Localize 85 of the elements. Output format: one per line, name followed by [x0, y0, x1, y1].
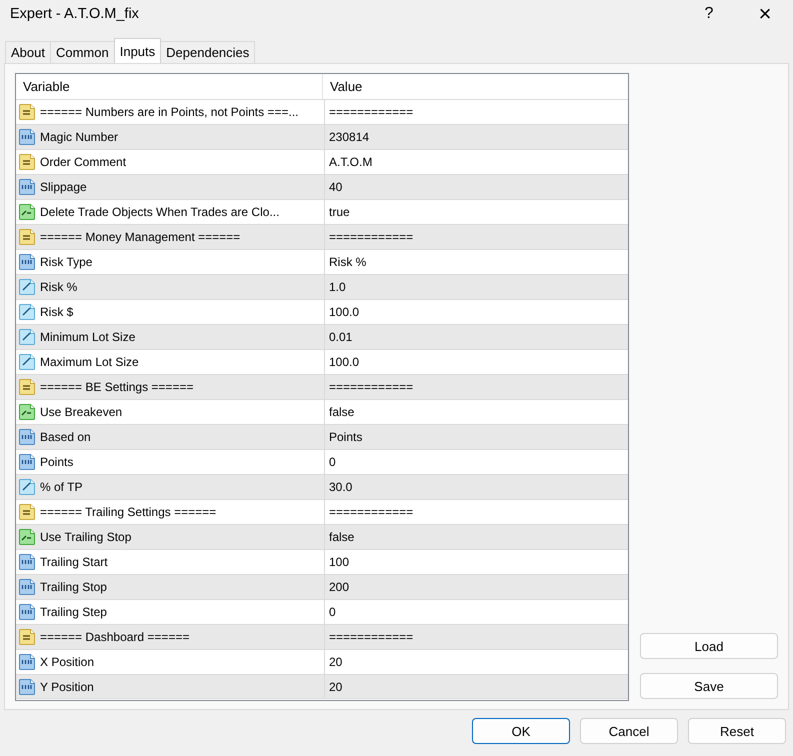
side-button[interactable]: Load [640, 633, 778, 659]
string-type-icon [18, 153, 36, 171]
variable-name: ====== Trailing Settings ====== [40, 505, 216, 519]
variable-value[interactable]: 0 [329, 605, 336, 619]
variable-name: Based on [40, 430, 91, 444]
variable-value[interactable]: 100 [329, 555, 350, 569]
bool-type-icon [18, 203, 36, 221]
bool-type-icon [18, 528, 36, 546]
variable-name: Y Position [40, 680, 94, 694]
variable-name: Magic Number [40, 130, 118, 144]
column-header: Variable [22, 79, 70, 94]
variable-name: Minimum Lot Size [40, 330, 136, 344]
dialog-button[interactable]: Reset [688, 718, 786, 744]
int-type-icon [18, 578, 36, 596]
variable-name: Delete Trade Objects When Trades are Clo... [40, 205, 280, 219]
variable-name: Use Trailing Stop [40, 530, 132, 544]
string-type-icon [18, 103, 36, 121]
variable-name: Risk $ [40, 305, 74, 319]
variable-value[interactable]: true [329, 205, 350, 219]
variable-value[interactable]: 20 [329, 680, 342, 694]
variable-value[interactable]: 40 [329, 180, 342, 194]
variable-value[interactable]: 200 [329, 580, 350, 594]
int-type-icon [18, 678, 36, 696]
variable-name: Points [40, 455, 74, 469]
variable-value[interactable]: A.T.O.M [329, 155, 372, 169]
variable-name: X Position [40, 655, 94, 669]
variable-value[interactable]: 20 [329, 655, 342, 669]
int-type-icon [18, 128, 36, 146]
variable-name: ====== Numbers are in Points, not Points ===... [40, 105, 298, 119]
int-type-icon [18, 428, 36, 446]
int-type-icon [18, 453, 36, 471]
double-type-icon [18, 478, 36, 496]
side-button[interactable]: Save [640, 673, 778, 699]
variable-name: Slippage [40, 180, 87, 194]
variable-value[interactable]: 0 [329, 455, 336, 469]
int-type-icon [18, 178, 36, 196]
variable-value[interactable]: ============ [329, 105, 414, 119]
bool-type-icon [18, 403, 36, 421]
int-type-icon [18, 653, 36, 671]
column-header: Value [329, 79, 362, 94]
int-type-icon [18, 603, 36, 621]
variable-name: Trailing Stop [40, 580, 107, 594]
tab[interactable]: About [5, 41, 51, 63]
double-type-icon [18, 303, 36, 321]
dialog-button[interactable]: Cancel [580, 718, 678, 744]
variable-value[interactable]: ============ [329, 630, 414, 644]
variable-name: Maximum Lot Size [40, 355, 139, 369]
variable-name: Trailing Start [40, 555, 108, 569]
tab[interactable]: Dependencies [160, 41, 256, 63]
variable-value[interactable]: 230814 [329, 130, 370, 144]
variable-value[interactable]: 100.0 [329, 305, 360, 319]
variable-name: ====== BE Settings ====== [40, 380, 194, 394]
variable-value[interactable]: ============ [329, 230, 414, 244]
tab[interactable]: Inputs [114, 38, 162, 63]
window-title: Expert - A.T.O.M_fix [10, 6, 140, 22]
variable-name: Use Breakeven [40, 405, 122, 419]
variable-name: ====== Dashboard ====== [40, 630, 190, 644]
string-type-icon [18, 628, 36, 646]
variable-value[interactable]: Risk % [329, 255, 366, 269]
variable-name: Order Comment [40, 155, 126, 169]
variable-value[interactable]: false [329, 405, 354, 419]
dialog-button[interactable]: OK [472, 718, 570, 744]
variable-value[interactable]: 1.0 [329, 280, 346, 294]
string-type-icon [18, 503, 36, 521]
help-button[interactable]: ? [681, 5, 737, 23]
variable-name: % of TP [40, 480, 82, 494]
int-type-icon [18, 553, 36, 571]
variable-name: Risk Type [40, 255, 92, 269]
variable-value[interactable]: 100.0 [329, 355, 360, 369]
int-type-icon [18, 253, 36, 271]
variable-value[interactable]: ============ [329, 505, 414, 519]
close-button[interactable]: × [737, 1, 793, 27]
string-type-icon [18, 228, 36, 246]
double-type-icon [18, 278, 36, 296]
variable-value[interactable]: 30.0 [329, 480, 352, 494]
variable-name: ====== Money Management ====== [40, 230, 240, 244]
string-type-icon [18, 378, 36, 396]
variable-value[interactable]: 0.01 [329, 330, 352, 344]
variable-value[interactable]: ============ [329, 380, 414, 394]
variable-name: Risk % [40, 280, 78, 294]
variable-value[interactable]: false [329, 530, 354, 544]
variable-name: Trailing Step [40, 605, 107, 619]
variable-value[interactable]: Points [329, 430, 362, 444]
double-type-icon [18, 328, 36, 346]
double-type-icon [18, 353, 36, 371]
